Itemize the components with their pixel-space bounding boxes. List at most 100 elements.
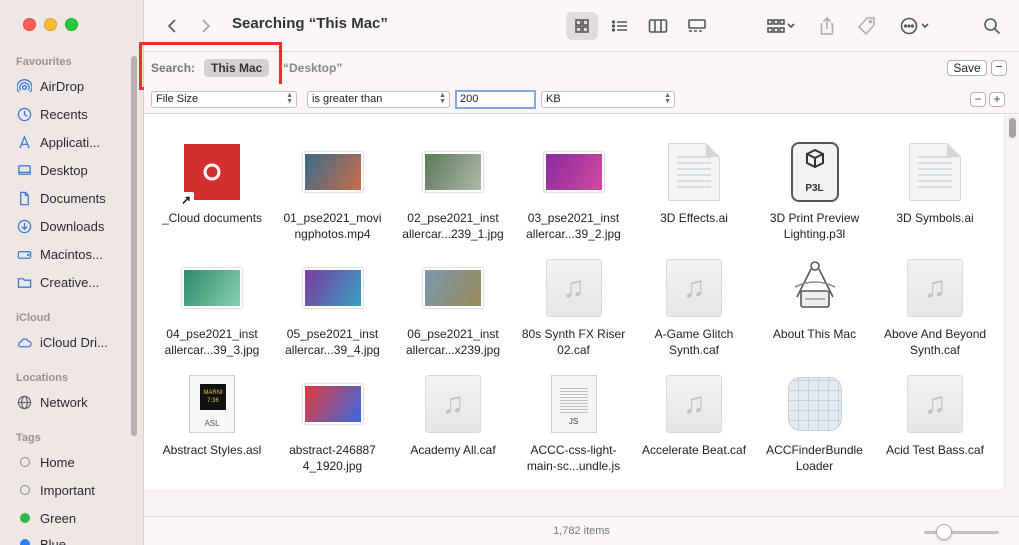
file-item[interactable]: ♫ Acid Test Bass.caf: [876, 372, 994, 482]
file-thumbnail: [274, 140, 392, 204]
file-thumbnail: P3L: [756, 140, 874, 204]
document-icon: [16, 190, 33, 207]
icon-view-button[interactable]: [566, 12, 598, 40]
file-name: 3D Print Preview Lighting.p3l: [769, 211, 860, 241]
file-item[interactable]: P3L 3D Print Preview Lighting.p3l: [756, 140, 874, 250]
sidebar-item-network[interactable]: Network: [16, 391, 134, 413]
sidebar-scrollbar[interactable]: [131, 56, 137, 436]
file-name: Academy All.caf: [410, 443, 496, 457]
scope-desktop-button[interactable]: “Desktop”: [283, 61, 342, 75]
sidebar-section-icloud: iCloud: [16, 312, 51, 324]
file-name: 3D Symbols.ai: [896, 211, 974, 225]
file-item[interactable]: ♫ Academy All.caf: [394, 372, 512, 482]
back-button[interactable]: [160, 12, 184, 40]
window-title: Searching “This Mac”: [232, 15, 388, 32]
group-by-button[interactable]: [761, 12, 801, 40]
content-bottom-strip: [144, 489, 1019, 516]
audio-file-icon: ♫: [425, 375, 481, 433]
file-item[interactable]: 05_pse2021_inst allercar...39_4.jpg: [274, 256, 392, 366]
file-item[interactable]: 02_pse2021_inst allercar...239_1.jpg: [394, 140, 512, 250]
file-thumbnail: [274, 372, 392, 436]
file-item[interactable]: ♫ 80s Synth FX Riser 02.caf: [515, 256, 633, 366]
sidebar-item-desktop[interactable]: Desktop: [16, 159, 134, 181]
search-button[interactable]: [980, 12, 1004, 40]
file-name: 80s Synth FX Riser 02.caf: [521, 327, 626, 357]
file-item[interactable]: ♫ A-Game Glitch Synth.caf: [635, 256, 753, 366]
content-scrollbar[interactable]: [1004, 115, 1019, 489]
sidebar-item-applications[interactable]: Applicati...: [16, 131, 134, 153]
file-item[interactable]: JS ACCC-css-light- main-sc...undle.js: [515, 372, 633, 482]
tag-dot-icon: [20, 513, 30, 523]
file-item[interactable]: ↗ _Cloud documents: [153, 140, 271, 250]
sidebar-item-icloud-drive[interactable]: iCloud Dri...: [16, 331, 134, 353]
gallery-view-button[interactable]: [681, 12, 713, 40]
sidebar-item-label: Important: [40, 482, 95, 498]
file-item[interactable]: 06_pse2021_inst allercar...x239.jpg: [394, 256, 512, 366]
scrollbar-thumb[interactable]: [1009, 118, 1016, 138]
sidebar-item-label: Home: [40, 454, 75, 470]
save-search-button[interactable]: Save: [947, 60, 987, 76]
remove-search-button[interactable]: −: [991, 60, 1007, 76]
sidebar-item-label: Documents: [40, 190, 106, 206]
list-view-button[interactable]: [604, 12, 636, 40]
attribute-popup[interactable]: File Size ▲ ▼: [151, 91, 297, 108]
file-name: _Cloud documents: [161, 211, 263, 225]
sidebar-item-downloads[interactable]: Downloads: [16, 215, 134, 237]
size-value-field[interactable]: 200: [455, 90, 536, 109]
sidebar-item-recents[interactable]: Recents: [16, 103, 134, 125]
file-name: 02_pse2021_inst allercar...239_1.jpg: [402, 211, 504, 241]
sidebar-item-tag-blue[interactable]: Blue: [16, 533, 134, 545]
add-criteria-button[interactable]: +: [989, 92, 1005, 107]
share-button[interactable]: [815, 12, 839, 40]
illustrator-file-icon: [668, 143, 720, 201]
desktop-icon: [16, 162, 33, 179]
file-thumbnail: [394, 256, 512, 320]
sidebar-item-tag-green[interactable]: Green: [16, 507, 134, 529]
image-file-icon: [423, 152, 483, 192]
file-item[interactable]: 3D Symbols.ai: [876, 140, 994, 250]
sidebar-item-macintosh-hd[interactable]: Macintos...: [16, 243, 134, 265]
operator-popup[interactable]: is greater than ▲ ▼: [307, 91, 450, 108]
audio-file-icon: ♫: [907, 375, 963, 433]
sidebar-item-airdrop[interactable]: AirDrop: [16, 75, 134, 97]
file-name: About This Mac: [772, 327, 857, 341]
audio-file-icon: ♫: [907, 259, 963, 317]
file-item[interactable]: ♫ Accelerate Beat.caf: [635, 372, 753, 482]
sidebar-item-label: Network: [40, 394, 88, 410]
file-name: A-Game Glitch Synth.caf: [654, 327, 734, 357]
tag-icon: [857, 17, 875, 36]
image-file-icon: [302, 384, 363, 424]
popup-arrows-icon: ▲ ▼: [664, 92, 671, 105]
file-thumbnail: MARNI 7:36 ASL: [153, 372, 271, 436]
remove-criteria-button[interactable]: −: [970, 92, 986, 107]
file-item[interactable]: 04_pse2021_inst allercar...39_3.jpg: [153, 256, 271, 366]
asl-preview: MARNI 7:36: [200, 384, 226, 410]
file-item[interactable]: ACCFinderBundle Loader: [756, 372, 874, 482]
sidebar-item-tag-important[interactable]: Important: [16, 479, 134, 501]
forward-button[interactable]: [194, 12, 218, 40]
more-actions-button[interactable]: [896, 12, 936, 40]
tag-button[interactable]: [854, 12, 880, 40]
sidebar-item-documents[interactable]: Documents: [16, 187, 134, 209]
icon-size-slider-knob[interactable]: [936, 524, 952, 540]
file-item[interactable]: MARNI 7:36 ASL Abstract Styles.asl: [153, 372, 271, 482]
file-item[interactable]: About This Mac: [756, 256, 874, 366]
maximize-window-button[interactable]: [65, 18, 78, 31]
file-item[interactable]: abstract-246887 4_1920.jpg: [274, 372, 392, 482]
file-thumbnail: [635, 140, 753, 204]
sidebar-item-creative-cloud[interactable]: Creative...: [16, 271, 134, 293]
file-item[interactable]: 01_pse2021_movi ngphotos.mp4: [274, 140, 392, 250]
sidebar-item-label: Desktop: [40, 162, 88, 178]
sidebar-item-label: Macintos...: [40, 246, 103, 262]
unit-popup[interactable]: KB ▲ ▼: [541, 91, 675, 108]
file-item[interactable]: 3D Effects.ai: [635, 140, 753, 250]
item-count: 1,782 items: [553, 525, 610, 537]
sidebar-section-tags: Tags: [16, 432, 41, 444]
file-item[interactable]: ♫ Above And Beyond Synth.caf: [876, 256, 994, 366]
close-window-button[interactable]: [23, 18, 36, 31]
minimize-window-button[interactable]: [44, 18, 57, 31]
column-view-button[interactable]: [642, 12, 674, 40]
sidebar-item-label: Green: [40, 510, 77, 526]
file-item[interactable]: 03_pse2021_inst allercar...39_2.jpg: [515, 140, 633, 250]
sidebar-item-tag-home[interactable]: Home: [16, 451, 134, 473]
